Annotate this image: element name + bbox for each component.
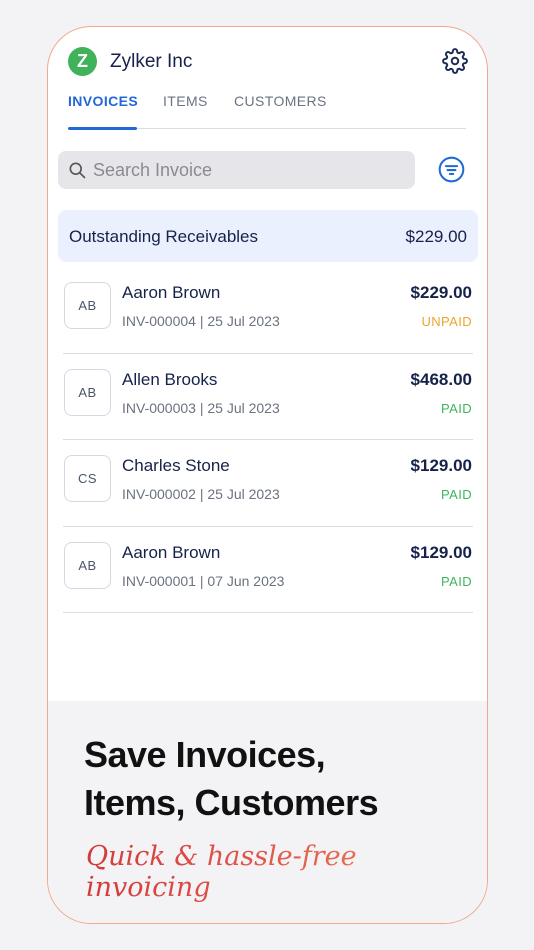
invoice-row[interactable]: AB Allen Brooks INV-000003 | 25 Jul 2023… <box>63 354 473 440</box>
settings-button[interactable] <box>440 46 470 76</box>
invoice-amount: $229.00 <box>410 283 472 302</box>
search-bar[interactable] <box>58 151 415 189</box>
promo-banner: Save Invoices, Items, Customers Quick & … <box>48 701 487 923</box>
status-badge: PAID <box>441 487 472 502</box>
receivables-label: Outstanding Receivables <box>69 227 259 246</box>
status-badge: PAID <box>441 400 472 416</box>
gear-icon <box>442 48 468 74</box>
receivables-amount: $229.00 <box>405 227 467 246</box>
invoice-row[interactable]: CS Charles Stone INV-000002 | 25 Jul 202… <box>63 440 473 527</box>
outstanding-receivables-card[interactable]: Outstanding Receivables $229.00 <box>58 210 478 262</box>
customer-name: Aaron Brown <box>122 542 221 562</box>
customer-avatar: AB <box>64 368 111 416</box>
promo-tagline: Quick & hassle-free invoicing <box>86 841 487 903</box>
invoice-row[interactable]: AB Aaron Brown INV-000004 | 25 Jul 2023 … <box>63 267 473 354</box>
invoice-amount: $129.00 <box>410 456 472 475</box>
status-badge: PAID <box>441 573 472 589</box>
promo-title-line-1: Save Invoices, <box>84 734 326 775</box>
customer-name: Allen Brooks <box>122 369 218 389</box>
phone-frame: Z Zylker Inc INVOICES ITEMS CUSTOMERS Se… <box>47 26 488 924</box>
search-icon <box>67 160 87 180</box>
customer-avatar: AB <box>64 282 111 329</box>
tab-bar: INVOICES ITEMS CUSTOMERS <box>68 89 466 130</box>
invoice-row[interactable]: AB Aaron Brown INV-000001 | 07 Jun 2023 … <box>63 527 473 613</box>
filter-button[interactable] <box>437 155 465 183</box>
invoice-amount: $129.00 <box>410 542 472 562</box>
customer-name: Aaron Brown <box>122 283 221 302</box>
invoice-number-date: INV-000002 | 25 Jul 2023 <box>122 486 280 502</box>
company-name[interactable]: Zylker Inc <box>110 51 192 73</box>
filter-icon <box>438 156 464 182</box>
invoice-amount: $468.00 <box>410 369 472 389</box>
invoice-list: AB Aaron Brown INV-000004 | 25 Jul 2023 … <box>63 267 473 613</box>
search-input[interactable] <box>93 159 393 181</box>
tab-items[interactable]: ITEMS <box>163 93 208 109</box>
customer-avatar: AB <box>64 541 111 589</box>
customer-name: Charles Stone <box>122 456 230 475</box>
app-header: Z Zylker Inc <box>68 45 468 79</box>
customer-avatar: CS <box>64 455 111 502</box>
active-tab-indicator <box>68 127 137 130</box>
promo-title: Save Invoices, Items, Customers <box>84 731 379 827</box>
invoice-number-date: INV-000003 | 25 Jul 2023 <box>122 399 280 416</box>
tab-customers[interactable]: CUSTOMERS <box>234 93 327 109</box>
invoice-number-date: INV-000001 | 07 Jun 2023 <box>122 572 285 589</box>
promo-title-line-2: Items, Customers <box>84 782 379 823</box>
status-badge: UNPAID <box>421 314 472 329</box>
tab-invoices[interactable]: INVOICES <box>68 93 138 109</box>
invoice-number-date: INV-000004 | 25 Jul 2023 <box>122 313 280 329</box>
company-logo: Z <box>68 47 97 76</box>
